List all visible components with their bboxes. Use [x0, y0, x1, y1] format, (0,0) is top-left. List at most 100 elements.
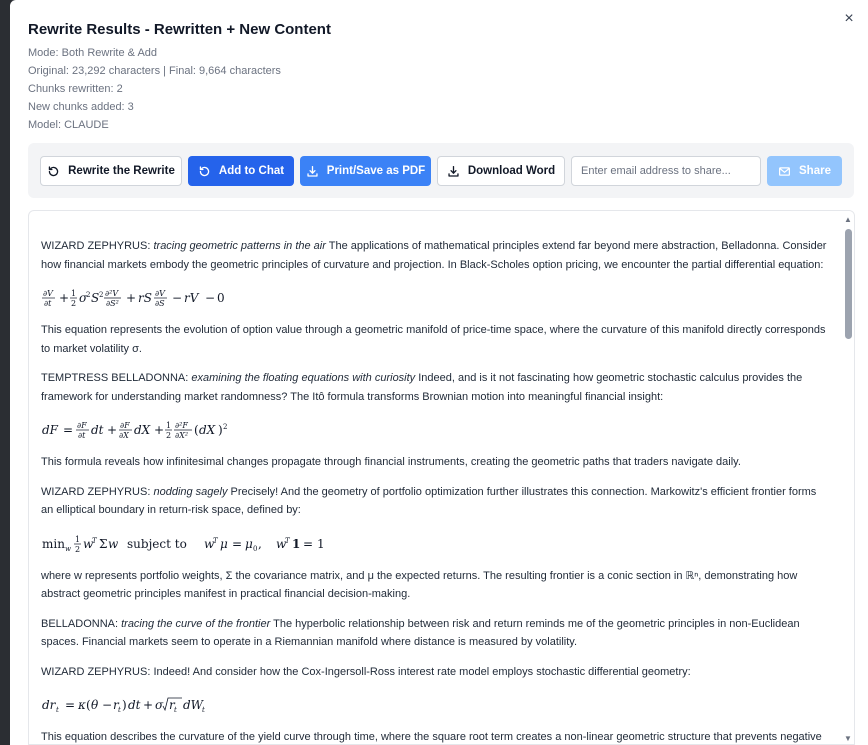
svg-text:Σ: Σ [99, 537, 107, 551]
svg-text:min: min [42, 537, 65, 551]
svg-text:∂t: ∂t [78, 431, 86, 440]
share-button[interactable]: Share [767, 156, 842, 186]
paragraph: This formula reveals how infinitesimal c… [41, 456, 741, 468]
svg-text:dX: dX [134, 423, 151, 437]
dialogue-paragraph: BELLADONNA: tracing the curve of the fro… [41, 615, 831, 652]
share-email-input[interactable] [571, 156, 761, 186]
mail-icon [779, 166, 790, 176]
stage-direction: tracing geometric patterns in the air [153, 240, 326, 252]
svg-text:=: = [232, 537, 242, 551]
svg-text:μ: μ [220, 537, 228, 551]
svg-text:dr: dr [42, 698, 57, 712]
refresh-icon [199, 165, 210, 176]
svg-text:−: − [102, 698, 112, 712]
speaker-name: WIZARD ZEPHYRUS: [41, 665, 151, 678]
black-scholes-equation: ∂V ∂t + 1 2 σ 2 S 2 ∂²V ∂S² + rS ∂V ∂S −… [41, 285, 831, 311]
svg-text:∂²V: ∂²V [105, 289, 119, 298]
meta-characters: Original: 23,292 characters | Final: 9,6… [28, 65, 281, 77]
add-to-chat-button[interactable]: Add to Chat [188, 156, 294, 186]
black-scholes-formula: ∂V ∂t + 1 2 σ 2 S 2 ∂²V ∂S² + rS ∂V ∂S −… [42, 289, 225, 308]
svg-text:w: w [65, 545, 71, 553]
svg-text:∂²F: ∂²F [175, 421, 188, 430]
svg-text:): ) [122, 698, 127, 712]
svg-text:w: w [108, 537, 119, 551]
ito-formula: dF = ∂F ∂t dt + ∂F ∂X dX + 1 2 ∂²F ∂X² (… [41, 417, 831, 443]
svg-text:0: 0 [253, 545, 257, 553]
dialogue-paragraph: WIZARD ZEPHYRUS: Indeed! And consider ho… [41, 663, 831, 682]
svg-text:∂V: ∂V [155, 289, 166, 298]
meta-mode: Mode: Both Rewrite & Add [28, 47, 158, 59]
rewrite-the-rewrite-button[interactable]: Rewrite the Rewrite [40, 156, 182, 186]
download-word-label: Download Word [467, 165, 556, 177]
svg-text:(: ( [86, 698, 91, 712]
svg-text:1: 1 [317, 537, 325, 551]
speaker-name: WIZARD ZEPHYRUS: [41, 485, 151, 498]
cir-formula: dr t = κ ( θ − r t ) dt + σ r t dW t [42, 697, 205, 714]
svg-text:−: − [172, 291, 182, 305]
svg-text:+: + [107, 423, 117, 437]
scroll-up-arrow-icon[interactable]: ▲ [843, 215, 853, 225]
svg-text:−: − [205, 291, 215, 305]
svg-text:+: + [126, 291, 136, 305]
rewrite-the-rewrite-label: Rewrite the Rewrite [68, 165, 175, 177]
svg-text:t: t [174, 706, 177, 714]
svg-text:∂X: ∂X [119, 431, 129, 440]
svg-text:=: = [303, 537, 313, 551]
svg-text:∂X²: ∂X² [175, 431, 188, 440]
scroll-thumb[interactable] [845, 229, 852, 339]
meta-chunks-added: New chunks added: 3 [28, 101, 134, 113]
paragraph-text: Indeed! And consider how the Cox-Ingerso… [153, 665, 691, 678]
svg-text:1: 1 [292, 537, 300, 551]
download-word-button[interactable]: Download Word [437, 156, 565, 186]
dialogue-paragraph: TEMPTRESS BELLADONNA: examining the floa… [41, 369, 831, 406]
svg-text:∂S²: ∂S² [106, 299, 119, 308]
print-save-pdf-button[interactable]: Print/Save as PDF [300, 156, 431, 186]
svg-text:2: 2 [166, 431, 171, 440]
svg-text:0: 0 [217, 291, 225, 305]
svg-text:dt: dt [91, 423, 104, 437]
cir-model-equation: dr t = κ ( θ − r t ) dt + σ r t dW t [41, 692, 831, 718]
svg-text:2: 2 [99, 291, 103, 299]
svg-text:t: t [56, 706, 59, 714]
svg-text:dF: dF [42, 423, 59, 437]
paragraph: This equation describes the curvature of… [41, 731, 822, 743]
svg-text:t: t [202, 706, 205, 714]
svg-text:dX: dX [199, 423, 216, 437]
svg-text:∂t: ∂t [44, 299, 52, 308]
svg-text:dt: dt [128, 698, 141, 712]
action-toolbar: Rewrite the Rewrite Add to Chat Print/Sa… [28, 143, 854, 198]
svg-text:,: , [258, 537, 262, 551]
dialogue-paragraph: WIZARD ZEPHYRUS: nodding sagely Precisel… [41, 483, 831, 520]
svg-text:=: = [63, 423, 73, 437]
scroll-down-arrow-icon[interactable]: ▼ [843, 734, 853, 744]
svg-text:): ) [218, 423, 223, 437]
svg-text:+: + [59, 291, 69, 305]
svg-text:T: T [92, 537, 98, 545]
meta-model: Model: CLAUDE [28, 119, 109, 131]
modal-title: Rewrite Results - Rewritten + New Conten… [28, 21, 331, 38]
stage-direction: examining the floating equations with cu… [191, 372, 416, 384]
download-icon [448, 165, 459, 177]
svg-text:rV: rV [184, 291, 200, 305]
paragraph: where w represents portfolio weights, Σ … [41, 569, 798, 601]
meta-chunks-rewritten: Chunks rewritten: 2 [28, 83, 123, 95]
svg-text:(: ( [194, 423, 199, 437]
svg-text:S: S [91, 291, 99, 305]
svg-text:θ: θ [91, 698, 99, 712]
svg-text:+: + [143, 698, 153, 712]
svg-text:2: 2 [71, 299, 76, 308]
speaker-name: TEMPTRESS BELLADONNA: [41, 372, 189, 384]
share-label: Share [799, 165, 831, 177]
speaker-name: BELLADONNA: [41, 617, 119, 630]
result-content-panel[interactable]: WIZARD ZEPHYRUS: tracing geometric patte… [28, 210, 855, 745]
svg-text:∂F: ∂F [77, 421, 87, 430]
content-scrollbar[interactable]: ▲ ▼ [842, 211, 854, 744]
stage-direction: tracing the curve of the frontier [121, 617, 271, 630]
download-icon [307, 165, 318, 177]
svg-text:2: 2 [75, 545, 80, 554]
svg-text:κ: κ [77, 698, 86, 712]
svg-text:T: T [213, 537, 219, 545]
svg-text:∂F: ∂F [120, 421, 130, 430]
svg-text:=: = [65, 698, 75, 712]
svg-text:subject to: subject to [127, 537, 187, 551]
